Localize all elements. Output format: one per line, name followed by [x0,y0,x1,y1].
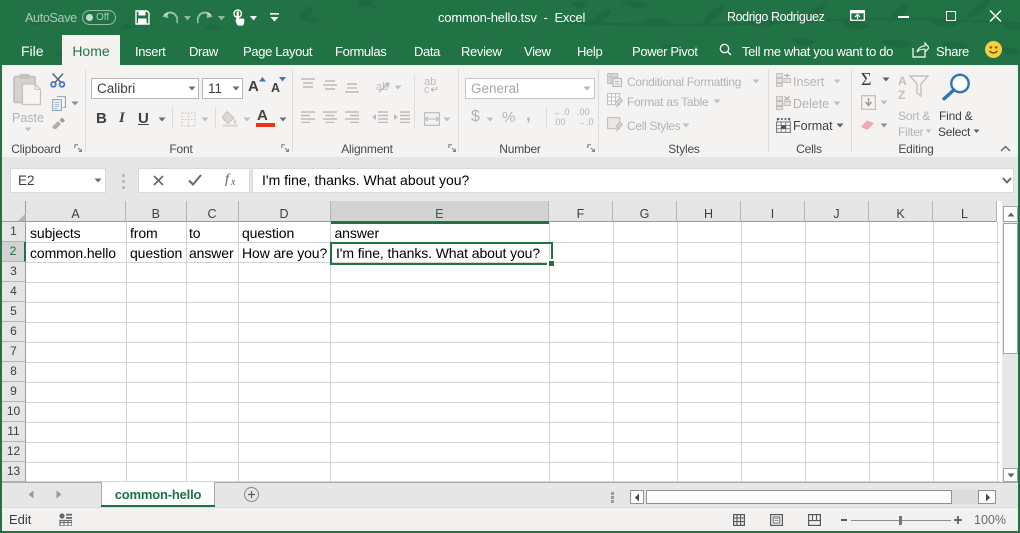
svg-text:Z: Z [898,88,905,100]
svg-text:A: A [898,74,907,88]
svg-text:c: c [424,84,430,94]
